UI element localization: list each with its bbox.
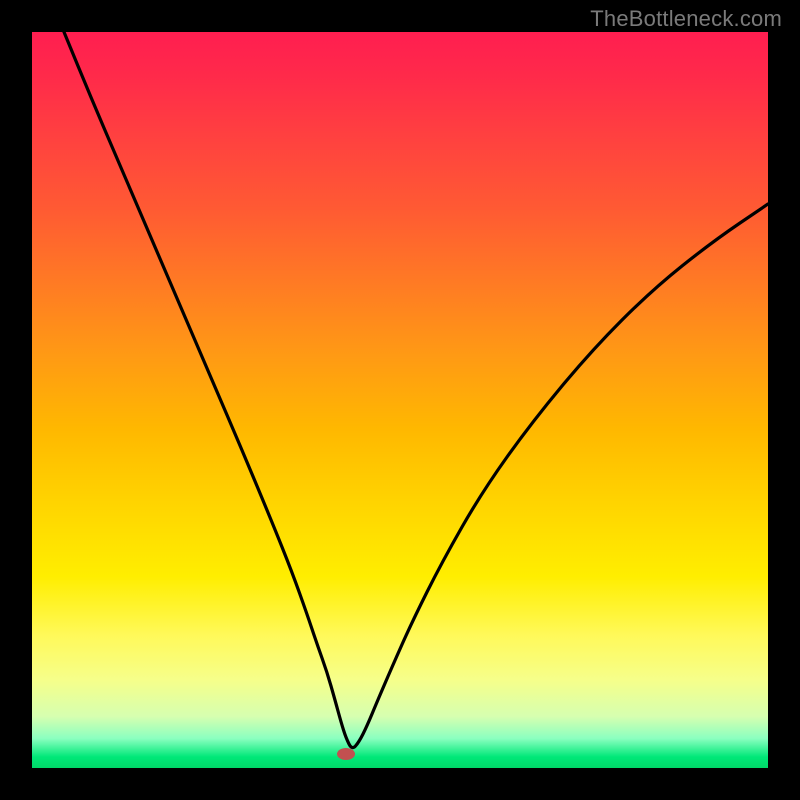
optimal-point-marker <box>337 748 355 760</box>
chart-frame: TheBottleneck.com <box>0 0 800 800</box>
plot-area <box>32 32 768 768</box>
watermark-text: TheBottleneck.com <box>590 6 782 32</box>
bottleneck-curve-svg <box>32 32 768 768</box>
bottleneck-curve <box>64 32 768 748</box>
